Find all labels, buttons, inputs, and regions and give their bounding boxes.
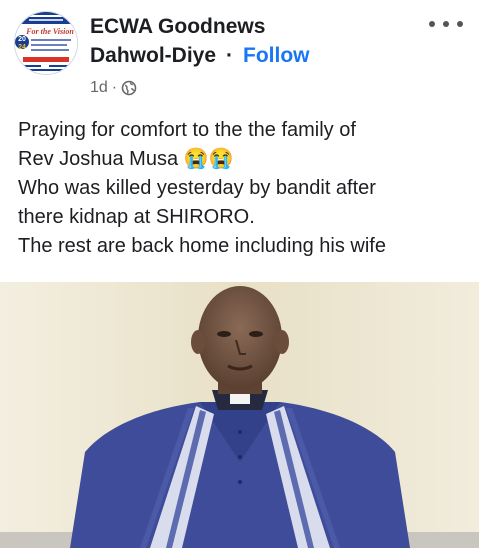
post-text-line: Praying for comfort to the the family of: [18, 119, 356, 141]
more-options-icon[interactable]: [429, 12, 463, 36]
post-text-line: The rest are back home including his wif…: [18, 235, 386, 257]
page-avatar[interactable]: 20 24 For the Vision: [14, 11, 78, 75]
follow-button[interactable]: Follow: [243, 41, 310, 70]
post-text: Praying for comfort to the the family of…: [18, 116, 468, 261]
post-header: 20 24 For the Vision ECWA Goodnews Dahwo…: [0, 0, 479, 110]
page-name: ECWA Goodnews Dahwol-Diye · Follow: [90, 12, 420, 70]
avatar-year-bottom: 24: [18, 44, 26, 51]
page-name-line1[interactable]: ECWA Goodnews: [90, 12, 420, 41]
post-text-line: there kidnap at SHIRORO.: [18, 206, 255, 228]
avatar-year-top: 20: [18, 36, 26, 43]
post-text-line: Who was killed yesterday by bandit after: [18, 177, 376, 199]
clergyman-photo: [0, 282, 479, 548]
name-separator: ·: [226, 44, 234, 67]
globe-icon: [121, 80, 137, 96]
post-meta: 1d ·: [90, 78, 137, 98]
avatar-image: 20 24 For the Vision: [15, 12, 77, 74]
post-text-line: Rev Joshua Musa 😭😭: [18, 148, 234, 170]
post-timestamp[interactable]: 1d: [90, 79, 108, 97]
post-photo[interactable]: [0, 282, 479, 548]
page-name-line2[interactable]: Dahwol-Diye: [90, 41, 216, 70]
meta-separator: ·: [111, 79, 118, 96]
avatar-banner-text: For the Vision: [25, 27, 74, 36]
